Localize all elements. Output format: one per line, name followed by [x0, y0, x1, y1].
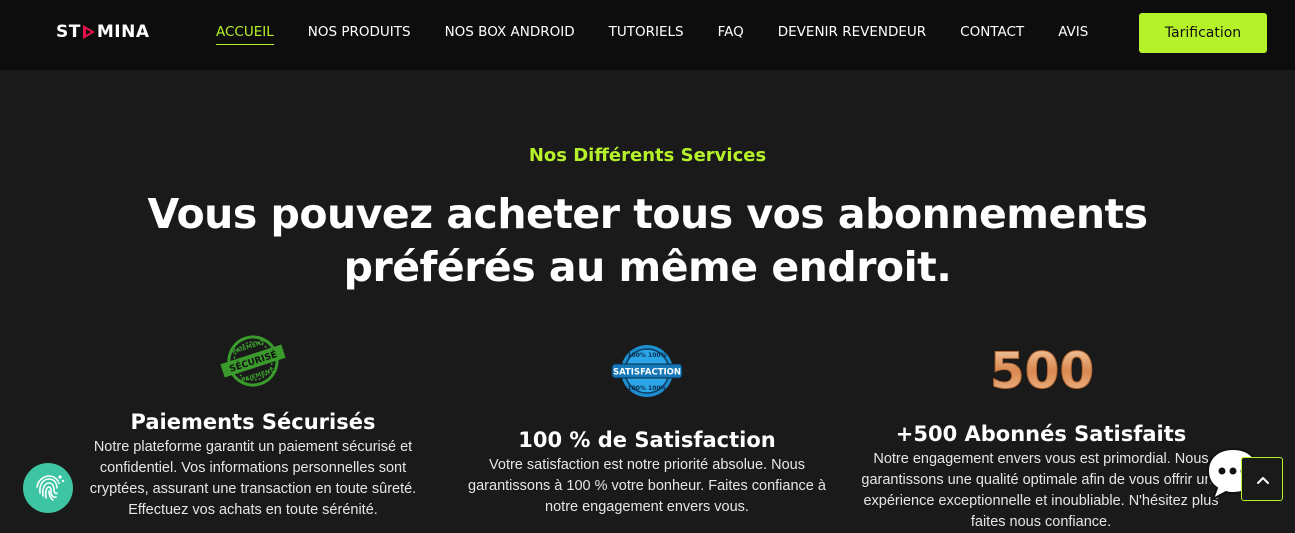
satisfaction-badge-icon: SATISFACTION 100% 100% 100% 100% — [611, 345, 683, 397]
tarification-button[interactable]: Tarification — [1139, 13, 1267, 53]
paiement-securise-badge-icon: SÉCURISÉ PAIEMENT PAIEMENT — [220, 335, 286, 387]
svg-text:100% 100%: 100% 100% — [627, 385, 666, 392]
main-nav: ACCUEIL NOS PRODUITS NOS BOX ANDROID TUT… — [216, 24, 1088, 45]
feature-title: 100 % de Satisfaction — [518, 428, 776, 452]
section-headline: Vous pouvez acheter tous vos abonnements… — [0, 188, 1295, 294]
accessibility-fingerprint-button[interactable] — [23, 463, 73, 513]
nav-item-avis[interactable]: AVIS — [1058, 24, 1088, 45]
top-navbar: ST MINA ACCUEIL NOS PRODUITS NOS BOX AND… — [0, 0, 1295, 70]
svg-text:500: 500 — [990, 342, 1094, 398]
nav-item-nos-produits[interactable]: NOS PRODUITS — [308, 24, 411, 45]
feature-card-satisfaction: 100 % de Satisfaction Votre satisfaction… — [466, 428, 828, 518]
nav-item-tutoriels[interactable]: TUTORIELS — [609, 24, 684, 45]
nav-item-nos-box-android[interactable]: NOS BOX ANDROID — [445, 24, 575, 45]
feature-text: Notre plateforme garantit un paiement sé… — [89, 439, 417, 518]
scroll-to-top-button[interactable] — [1241, 457, 1283, 501]
logo-text-left: ST — [56, 22, 81, 42]
feature-card-abonnes: +500 Abonnés Satisfaits Notre engagement… — [852, 422, 1230, 533]
stamina-logo[interactable]: ST MINA — [56, 22, 149, 42]
nav-item-faq[interactable]: FAQ — [718, 24, 744, 45]
section-eyebrow: Nos Différents Services — [528, 145, 767, 166]
feature-text: Notre engagement envers vous est primord… — [861, 451, 1221, 530]
headline-line-2: préférés au même endroit. — [343, 243, 952, 291]
500-number-icon: 500 — [990, 342, 1094, 399]
nav-item-contact[interactable]: CONTACT — [960, 24, 1024, 45]
feature-title: +500 Abonnés Satisfaits — [895, 422, 1187, 446]
svg-text:SATISFACTION: SATISFACTION — [613, 368, 681, 378]
logo-text-right: MINA — [96, 22, 150, 42]
nav-item-accueil[interactable]: ACCUEIL — [216, 24, 274, 45]
logo-play-mark-icon — [82, 25, 95, 39]
feature-card-paiements: Paiements Sécurisés Notre plateforme gar… — [80, 410, 426, 521]
headline-line-1: Vous pouvez acheter tous vos abonnements — [147, 190, 1148, 238]
svg-text:100% 100%: 100% 100% — [627, 352, 666, 359]
feature-text: Votre satisfaction est notre priorité ab… — [468, 457, 826, 515]
fingerprint-icon — [36, 475, 65, 501]
feature-title: Paiements Sécurisés — [130, 410, 376, 434]
nav-item-devenir-revendeur[interactable]: DEVENIR REVENDEUR — [778, 24, 926, 45]
chevron-up-icon — [1257, 477, 1269, 484]
